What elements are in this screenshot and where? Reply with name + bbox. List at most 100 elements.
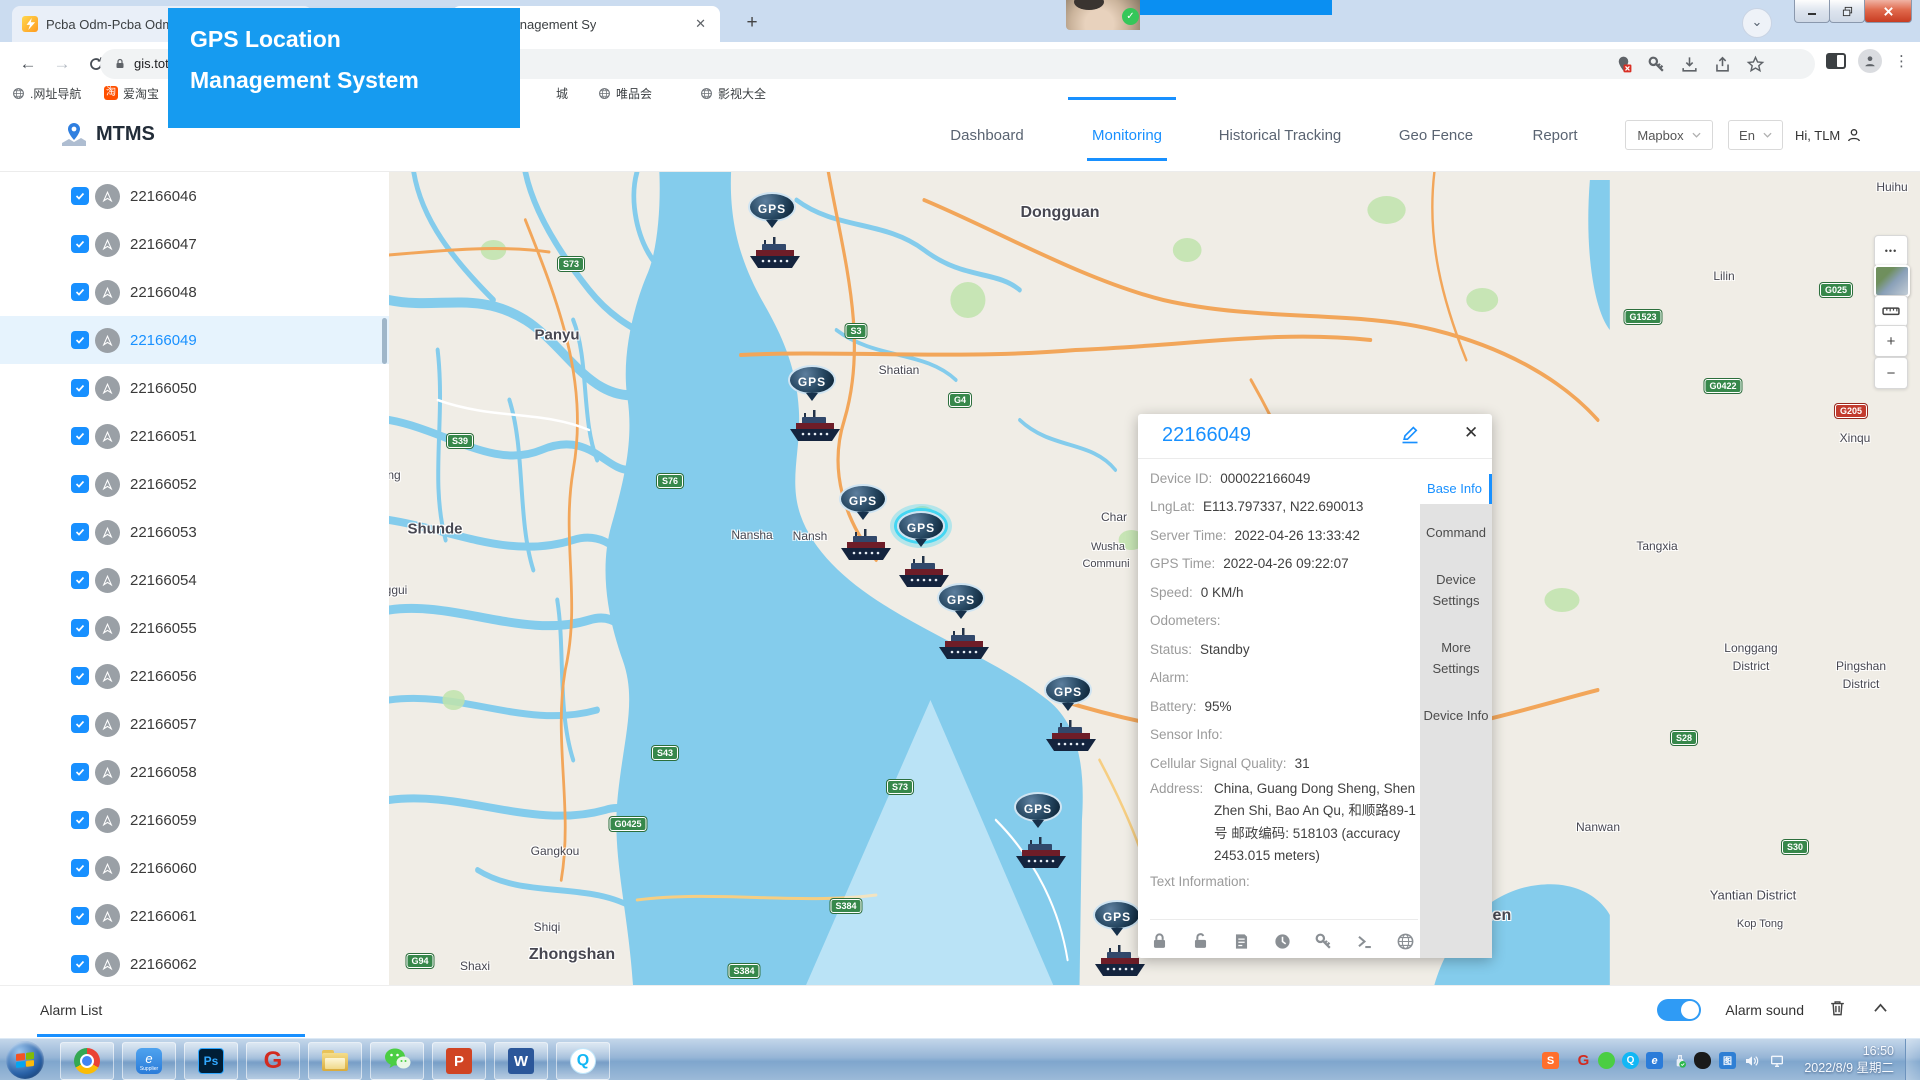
device-row[interactable]: 22166049 <box>0 316 389 364</box>
start-button[interactable] <box>6 1041 44 1079</box>
device-row[interactable]: 22166050 <box>0 364 389 412</box>
taskbar-app-gapp[interactable]: G <box>246 1042 300 1080</box>
gps-boat-marker[interactable]: GPS <box>837 484 889 564</box>
device-row[interactable]: 22166061 <box>0 892 389 940</box>
tab-command[interactable]: Command <box>1420 522 1492 543</box>
device-row[interactable]: 22166053 <box>0 508 389 556</box>
collapse-chevron-icon[interactable] <box>1871 1000 1890 1021</box>
taskbar-clock[interactable]: 16:50 2022/8/9 星期二 <box>1804 1043 1894 1077</box>
gps-boat-marker[interactable]: GPS <box>1012 792 1064 872</box>
device-checkbox[interactable] <box>71 235 89 253</box>
clock-icon[interactable] <box>1273 932 1292 951</box>
device-row[interactable]: 22166059 <box>0 796 389 844</box>
gps-boat-marker[interactable]: GPS <box>895 511 947 591</box>
taskbar-app-powerpoint[interactable]: P <box>432 1042 486 1080</box>
device-row[interactable]: 22166052 <box>0 460 389 508</box>
map-layers-button[interactable] <box>1874 265 1910 297</box>
lock-icon[interactable] <box>1150 932 1169 951</box>
nav-monitoring[interactable]: Monitoring <box>1092 127 1162 144</box>
restore-button[interactable] <box>1829 0 1865 23</box>
back-button[interactable]: ← <box>14 50 42 78</box>
nav-historical-tracking[interactable]: Historical Tracking <box>1219 127 1342 144</box>
device-checkbox[interactable] <box>71 955 89 973</box>
bookmark-item[interactable]: 影视大全 <box>700 85 766 101</box>
device-row[interactable]: 22166047 <box>0 220 389 268</box>
taskbar-app-word[interactable]: W <box>494 1042 548 1080</box>
tray-volume-icon[interactable] <box>1743 1052 1760 1069</box>
tray-misc-icon[interactable] <box>1694 1052 1711 1069</box>
key-icon[interactable] <box>1647 55 1666 74</box>
device-checkbox[interactable] <box>71 619 89 637</box>
device-row[interactable]: 22166048 <box>0 268 389 316</box>
alarm-list-tab[interactable]: Alarm List <box>40 1002 102 1018</box>
share-icon[interactable] <box>1713 55 1732 74</box>
bookmark-item[interactable]: 城 <box>556 85 568 101</box>
gps-boat-marker[interactable]: GPS <box>746 192 798 272</box>
minimize-button[interactable] <box>1794 0 1830 23</box>
device-checkbox[interactable] <box>71 283 89 301</box>
device-checkbox[interactable] <box>71 715 89 733</box>
gps-boat-marker[interactable]: GPS <box>935 583 987 663</box>
bookmark-item[interactable]: 淘爱淘宝 <box>104 85 159 101</box>
map-ruler-button[interactable] <box>1874 295 1908 327</box>
profile-avatar[interactable] <box>1858 49 1882 73</box>
device-row[interactable]: 22166062 <box>0 940 389 985</box>
browser-menu-icon[interactable]: ⋮ <box>1894 52 1910 70</box>
sidebar-scrollbar[interactable] <box>382 318 387 364</box>
tab-device-settings[interactable]: Device Settings <box>1420 569 1492 611</box>
device-checkbox[interactable] <box>71 523 89 541</box>
map-provider-select[interactable]: Mapbox <box>1625 120 1713 150</box>
gps-boat-marker[interactable]: GPS <box>786 365 838 445</box>
key-icon[interactable] <box>1314 932 1333 951</box>
tab-close-icon[interactable]: ✕ <box>691 14 710 34</box>
taskbar-app-chrome[interactable] <box>60 1042 114 1080</box>
terminal-icon[interactable] <box>1355 932 1374 951</box>
side-panel-icon[interactable] <box>1826 53 1846 69</box>
user-menu[interactable]: Hi, TLM <box>1795 127 1862 143</box>
device-checkbox[interactable] <box>71 859 89 877</box>
edit-icon[interactable] <box>1400 425 1420 450</box>
tab-more-settings[interactable]: More Settings <box>1420 637 1492 679</box>
tray-gapp-icon[interactable]: G <box>1575 1052 1592 1069</box>
device-checkbox[interactable] <box>71 811 89 829</box>
pin-blocked-icon[interactable] <box>1614 55 1633 74</box>
device-row[interactable]: 22166055 <box>0 604 389 652</box>
taskbar-app-explorer[interactable] <box>308 1042 362 1080</box>
tray-gallery-icon[interactable]: 图 <box>1719 1052 1736 1069</box>
map-zoom-out-button[interactable]: − <box>1874 357 1908 389</box>
nav-report[interactable]: Report <box>1532 127 1577 144</box>
close-button[interactable] <box>1864 0 1912 23</box>
tray-usb-icon[interactable] <box>1671 1052 1688 1069</box>
tray-supplier-icon[interactable]: e <box>1646 1052 1663 1069</box>
device-checkbox[interactable] <box>71 763 89 781</box>
map-canvas[interactable]: DongguanPanyuShatianShundeNanshaNanshCha… <box>389 172 1920 985</box>
device-row[interactable]: 22166056 <box>0 652 389 700</box>
gps-boat-marker[interactable]: GPS <box>1042 675 1094 755</box>
taskbar-app-qq[interactable]: Q <box>556 1042 610 1080</box>
trash-icon[interactable] <box>1828 998 1847 1022</box>
device-checkbox[interactable] <box>71 571 89 589</box>
device-row[interactable]: 22166057 <box>0 700 389 748</box>
unlock-icon[interactable] <box>1191 932 1210 951</box>
tray-wechat-icon[interactable] <box>1598 1052 1615 1069</box>
tray-qq-icon[interactable]: Q <box>1622 1052 1639 1069</box>
device-checkbox[interactable] <box>71 379 89 397</box>
taskbar-app-photoshop[interactable]: Ps <box>184 1042 238 1080</box>
device-checkbox[interactable] <box>71 475 89 493</box>
nav-geo-fence[interactable]: Geo Fence <box>1399 127 1473 144</box>
star-icon[interactable] <box>1746 55 1765 74</box>
device-checkbox[interactable] <box>71 187 89 205</box>
device-row[interactable]: 22166051 <box>0 412 389 460</box>
gps-boat-marker[interactable]: GPS <box>1091 900 1143 980</box>
forward-button[interactable]: → <box>48 50 76 78</box>
device-row[interactable]: 22166054 <box>0 556 389 604</box>
tray-sogou-icon[interactable]: S <box>1542 1052 1559 1069</box>
tab-base-info[interactable]: Base Info <box>1420 474 1492 504</box>
globe-icon[interactable] <box>1396 932 1415 951</box>
tab-device-info[interactable]: Device Info <box>1420 705 1492 726</box>
bookmark-item[interactable]: 唯品会 <box>598 85 652 101</box>
device-checkbox[interactable] <box>71 907 89 925</box>
device-checkbox[interactable] <box>71 427 89 445</box>
bookmark-item[interactable]: .网址导航 <box>12 85 81 101</box>
device-checkbox[interactable] <box>71 667 89 685</box>
